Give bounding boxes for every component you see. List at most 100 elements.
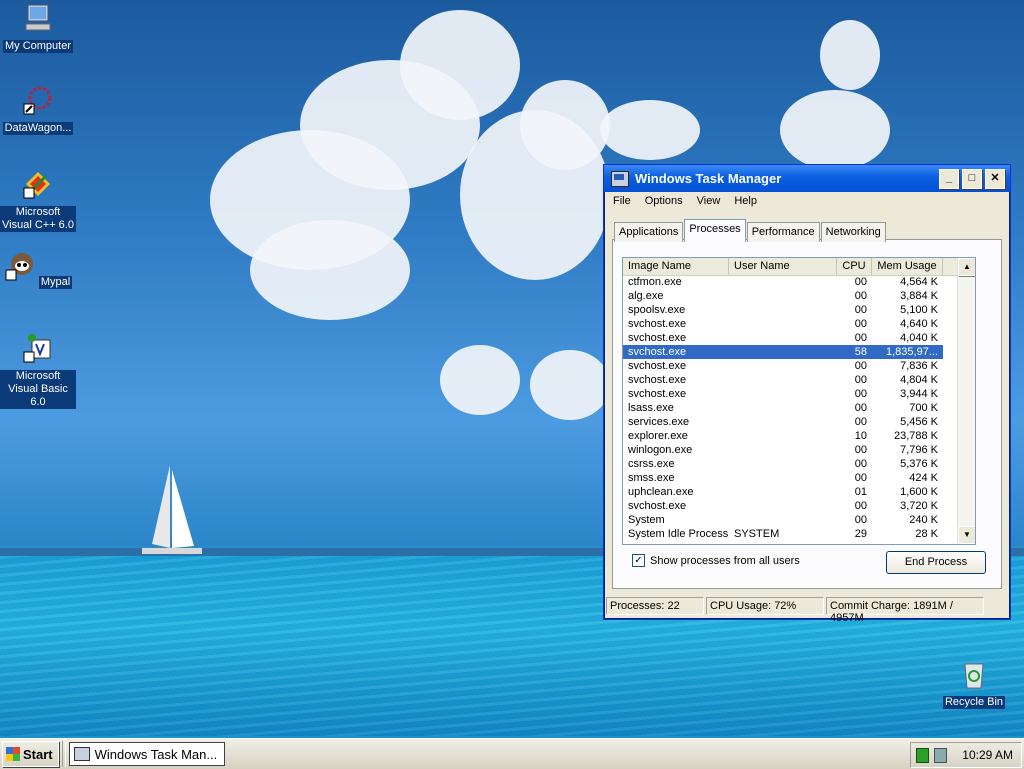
vertical-scrollbar[interactable]: ▲ ▼ xyxy=(957,258,975,544)
process-mem-usage: 3,884 K xyxy=(900,290,938,302)
tab-applications[interactable]: Applications xyxy=(614,222,684,242)
table-row[interactable]: smss.exe 00 424 K xyxy=(623,471,943,485)
tab-performance[interactable]: Performance xyxy=(746,222,820,242)
table-row[interactable]: lsass.exe 00 700 K xyxy=(623,401,943,415)
process-list[interactable]: Image Name User Name CPU Mem Usage ctfmo… xyxy=(622,257,976,545)
title-bar[interactable]: Windows Task Manager _ □ ✕ xyxy=(604,165,1010,192)
process-image-name: services.exe xyxy=(628,416,690,428)
table-row[interactable]: csrss.exe 00 5,376 K xyxy=(623,457,943,471)
process-image-name: svchost.exe xyxy=(628,360,687,372)
maximize-button[interactable]: □ xyxy=(962,168,982,189)
process-user-name xyxy=(729,429,837,443)
process-mem-usage: 424 K xyxy=(909,472,938,484)
table-row[interactable]: svchost.exe 00 4,640 K xyxy=(623,317,943,331)
menu-options[interactable]: Options xyxy=(638,195,690,207)
process-user-name xyxy=(729,401,837,415)
process-user-name xyxy=(729,457,837,471)
table-row[interactable]: svchost.exe 00 4,804 K xyxy=(623,373,943,387)
process-user-name xyxy=(729,359,837,373)
desktop-icon-msvb[interactable]: Microsoft Visual Basic 6.0 xyxy=(0,332,76,409)
process-cpu: 00 xyxy=(854,472,867,484)
process-mem-usage: 700 K xyxy=(909,402,938,414)
process-user-name xyxy=(729,289,837,303)
desktop-icon-msvc[interactable]: Microsoft Visual C++ 6.0 xyxy=(0,168,76,232)
table-row[interactable]: alg.exe 00 3,884 K xyxy=(623,289,943,303)
process-image-name: System Idle Process xyxy=(628,528,729,540)
table-row[interactable]: uphclean.exe 01 1,600 K xyxy=(623,485,943,499)
desktop-icon-label: My Computer xyxy=(2,40,74,53)
process-cpu: 00 xyxy=(854,444,867,456)
status-cpu-usage: CPU Usage: 72% xyxy=(706,597,824,615)
table-row[interactable]: svchost.exe 58 1,835,97... xyxy=(623,345,943,359)
column-image-name[interactable]: Image Name xyxy=(623,258,729,275)
desktop-icon-label: Recycle Bin xyxy=(942,696,1006,709)
tab-processes[interactable]: Processes xyxy=(684,219,746,242)
recycle-bin-icon xyxy=(964,663,984,689)
process-image-name: svchost.exe xyxy=(628,500,687,512)
task-manager-icon xyxy=(611,170,629,187)
table-row[interactable]: svchost.exe 00 3,720 K xyxy=(623,499,943,513)
process-user-name xyxy=(729,485,837,499)
desktop-icon-recycle-bin[interactable]: Recycle Bin xyxy=(936,658,1012,709)
status-commit-charge: Commit Charge: 1891M / 4957M xyxy=(826,597,984,624)
process-list-header: Image Name User Name CPU Mem Usage xyxy=(623,258,975,276)
show-all-processes-option[interactable]: ✓ Show processes from all users xyxy=(632,554,800,567)
task-manager-tray-icon[interactable] xyxy=(916,747,929,763)
process-image-name: csrss.exe xyxy=(628,458,675,470)
task-manager-icon xyxy=(73,747,90,761)
process-image-name: svchost.exe xyxy=(628,332,687,344)
table-row[interactable]: System 00 240 K xyxy=(623,513,943,527)
computer-icon xyxy=(25,4,51,31)
process-mem-usage: 28 K xyxy=(915,528,938,540)
table-row[interactable]: System Idle Process SYSTEM 29 28 K xyxy=(623,527,943,541)
show-all-processes-checkbox[interactable]: ✓ xyxy=(632,554,645,567)
table-row[interactable]: svchost.exe 00 7,836 K xyxy=(623,359,943,373)
minimize-button[interactable]: _ xyxy=(939,168,959,189)
table-row[interactable]: spoolsv.exe 00 5,100 K xyxy=(623,303,943,317)
desktop-icon-mypal[interactable]: Mypal xyxy=(0,250,76,289)
process-user-name xyxy=(729,499,837,513)
desktop-icon-label: Microsoft Visual Basic 6.0 xyxy=(0,370,76,409)
process-image-name: smss.exe xyxy=(628,472,675,484)
process-user-name xyxy=(729,415,837,429)
table-row[interactable]: svchost.exe 00 4,040 K xyxy=(623,331,943,345)
menu-help[interactable]: Help xyxy=(727,195,764,207)
process-image-name: System xyxy=(628,514,665,526)
table-row[interactable]: winlogon.exe 00 7,796 K xyxy=(623,443,943,457)
taskbar-button-task-manager[interactable]: Windows Task Man... xyxy=(68,742,225,766)
desktop-icon-my-computer[interactable]: My Computer xyxy=(0,2,76,53)
close-button[interactable]: ✕ xyxy=(985,168,1005,189)
menu-file[interactable]: File xyxy=(606,195,638,207)
scroll-down-button[interactable]: ▼ xyxy=(958,526,975,544)
menu-view[interactable]: View xyxy=(690,195,728,207)
tab-networking[interactable]: Networking xyxy=(820,222,886,242)
process-image-name: ctfmon.exe xyxy=(628,276,682,288)
column-mem-usage[interactable]: Mem Usage xyxy=(872,258,943,275)
start-button[interactable]: Start xyxy=(2,741,59,767)
process-user-name: SYSTEM xyxy=(734,528,780,540)
desktop-icon-datawagon[interactable]: DataWagon... xyxy=(0,84,76,135)
network-icon[interactable] xyxy=(934,747,947,763)
process-user-name xyxy=(729,443,837,457)
mypal-icon xyxy=(5,253,33,281)
process-user-name xyxy=(729,471,837,485)
process-mem-usage: 4,040 K xyxy=(900,332,938,344)
scroll-up-button[interactable]: ▲ xyxy=(958,258,975,276)
table-row[interactable]: svchost.exe 00 3,944 K xyxy=(623,387,943,401)
table-row[interactable]: explorer.exe 10 23,788 K xyxy=(623,429,943,443)
column-user-name[interactable]: User Name xyxy=(729,258,837,275)
column-cpu[interactable]: CPU xyxy=(837,258,872,275)
table-row[interactable]: ctfmon.exe 00 4,564 K xyxy=(623,275,943,289)
process-image-name: alg.exe xyxy=(628,290,664,302)
process-image-name: svchost.exe xyxy=(628,374,687,386)
clock[interactable]: 10:29 AM xyxy=(962,748,1013,762)
table-row[interactable]: services.exe 00 5,456 K xyxy=(623,415,943,429)
process-cpu: 00 xyxy=(854,318,867,330)
process-cpu: 01 xyxy=(854,486,867,498)
tab-strip: Applications Processes Performance Netwo… xyxy=(614,219,887,242)
process-rows: ctfmon.exe 00 4,564 Kalg.exe 00 3,884 Kspool… xyxy=(623,275,943,541)
end-process-button[interactable]: End Process xyxy=(886,551,986,574)
process-user-name xyxy=(729,373,837,387)
process-cpu: 00 xyxy=(854,500,867,512)
process-user-name xyxy=(729,387,837,401)
